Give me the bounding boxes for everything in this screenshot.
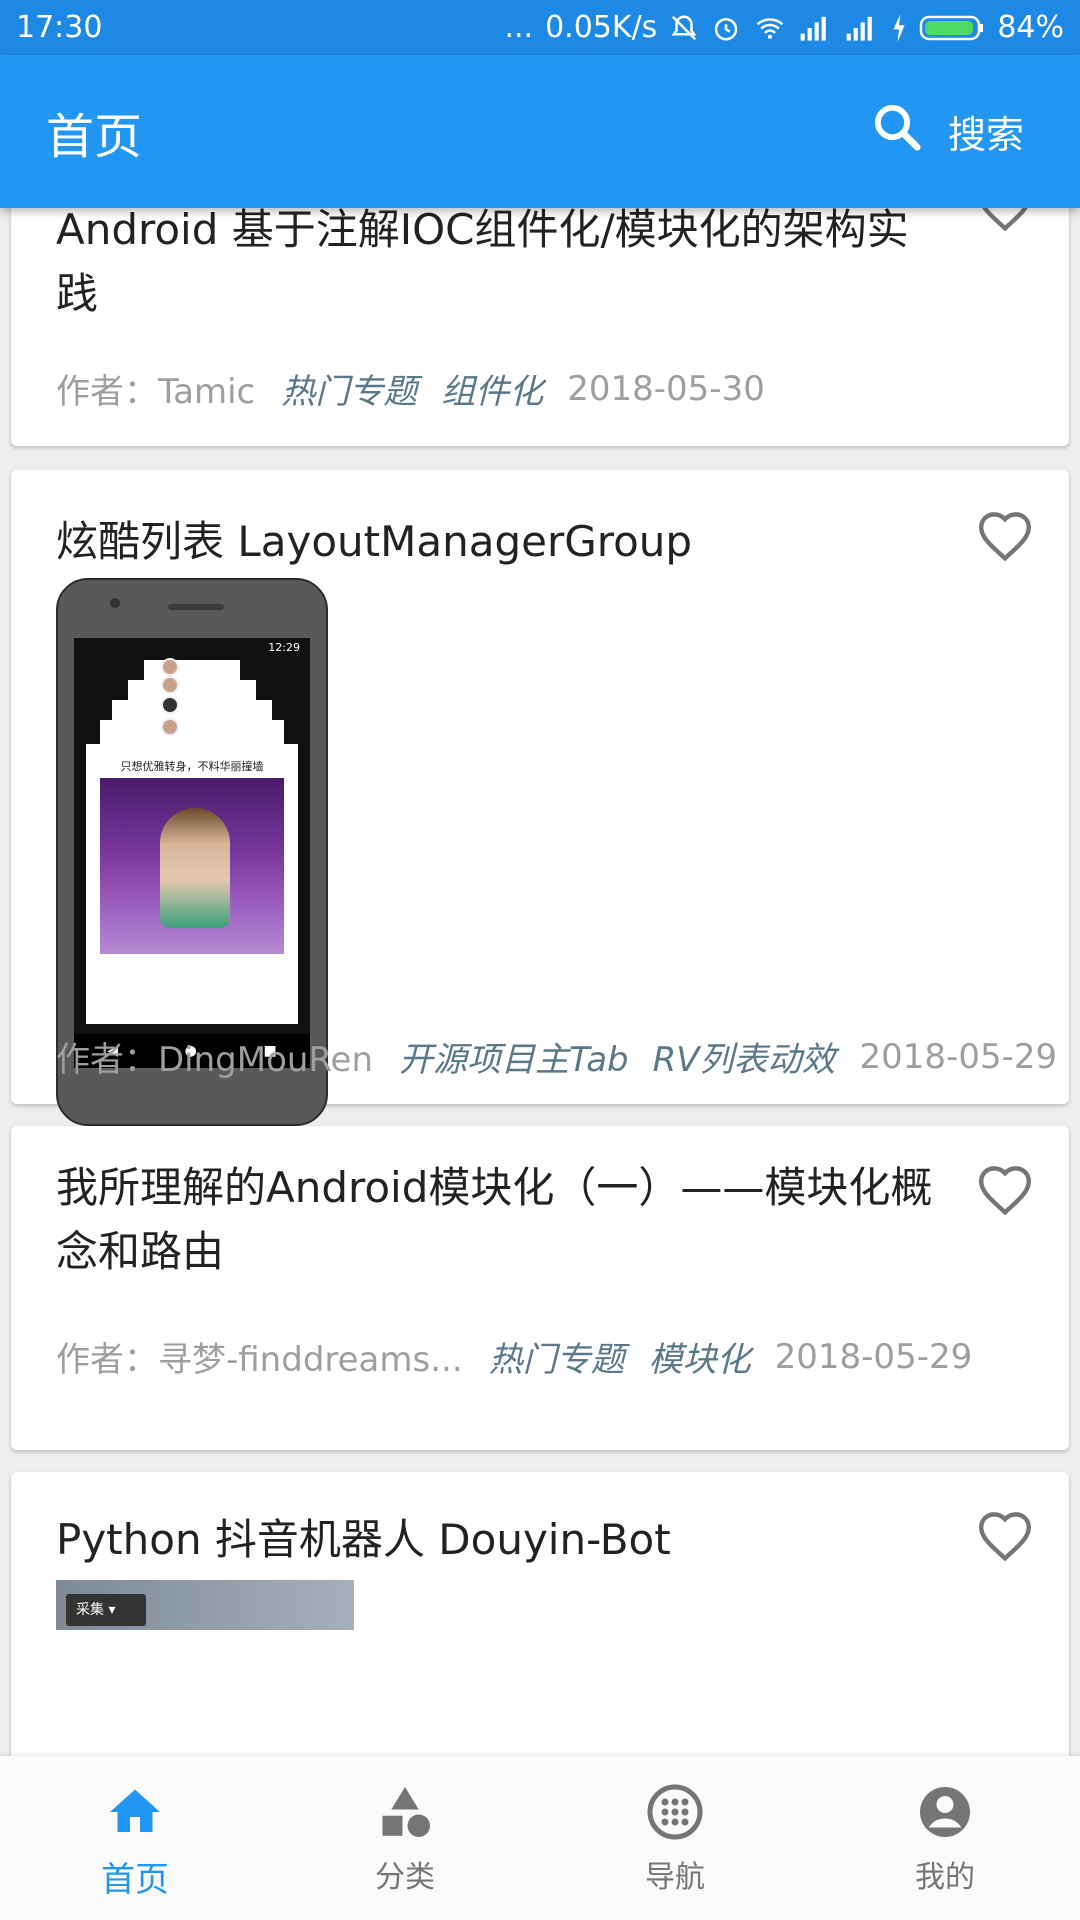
stair-block	[144, 660, 240, 680]
photo-figure	[160, 808, 230, 928]
preview-clock: 12:29	[268, 641, 300, 654]
wifi-icon	[753, 13, 787, 43]
app-bar: 首页 搜索	[0, 55, 1080, 208]
nav-item-navigation[interactable]: 导航	[540, 1756, 810, 1920]
phone-camera	[110, 598, 120, 608]
stair-block	[128, 680, 256, 700]
article-tag[interactable]: RV列表动效	[653, 1032, 836, 1081]
network-speed: 0.05K/s	[545, 10, 658, 45]
article-author: 作者：Tamic	[56, 372, 256, 412]
nav-label-navigation[interactable]: 导航	[645, 1852, 705, 1896]
article-author: 作者：DingMouRen	[56, 1040, 374, 1080]
status-indicators: ... 0.05K/s 84%	[504, 10, 1064, 45]
article-date: 2018-05-29	[774, 1336, 973, 1377]
bottom-navigation: 首页 分类 导航 我的	[0, 1756, 1080, 1920]
article-title[interactable]: 炫酷列表 LayoutManagerGroup	[56, 510, 936, 574]
phone-screen: 12:29 只想优雅转身，不料华丽撞墙 ◀ ● ■	[74, 638, 310, 1068]
article-tag[interactable]: 热门专题	[281, 364, 417, 413]
search-icon[interactable]	[870, 100, 924, 163]
article-card[interactable]: Python 抖音机器人 Douyin-Bot 采集 ▾	[11, 1472, 1069, 1756]
article-date: 2018-05-29	[859, 1036, 1058, 1077]
article-tag[interactable]: 模块化	[649, 1332, 751, 1381]
article-tag[interactable]: 开源项目主Tab	[399, 1032, 629, 1081]
article-card[interactable]: 我所理解的Android模块化（一）——模块化概念和路由 作者：寻梦-findd…	[11, 1126, 1069, 1450]
search-button[interactable]: 搜索	[870, 100, 1024, 163]
signal-icon	[799, 14, 833, 42]
article-preview-image[interactable]: 采集 ▾	[56, 1580, 354, 1630]
home-icon[interactable]	[105, 1782, 165, 1842]
avatar	[161, 676, 179, 694]
nav-item-account[interactable]: 我的	[810, 1756, 1080, 1920]
avatar	[161, 658, 179, 676]
nav-label-account[interactable]: 我的	[915, 1852, 975, 1896]
article-card[interactable]: 炫酷列表 LayoutManagerGroup 12:29 只想优雅转身，不料华…	[11, 470, 1069, 1126]
article-title[interactable]: Android 基于注解IOC组件化/模块化的架构实践	[56, 208, 936, 326]
article-title[interactable]: Python 抖音机器人 Douyin-Bot	[56, 1508, 936, 1572]
status-bar: 17:30 ... 0.05K/s 84%	[0, 0, 1080, 55]
article-meta: 作者：DingMouRen 开源项目主Tab RV列表动效 2018-05-29	[56, 1032, 1057, 1081]
avatar	[161, 696, 179, 714]
status-time: 17:30	[16, 10, 103, 45]
article-title[interactable]: 我所理解的Android模块化（一）——模块化概念和路由	[56, 1156, 936, 1284]
navigation-icon[interactable]	[645, 1782, 705, 1842]
nav-label-home[interactable]: 首页	[101, 1852, 169, 1901]
preview-chip: 采集 ▾	[66, 1594, 146, 1626]
article-tag[interactable]: 组件化	[441, 364, 543, 413]
more-dots: ...	[504, 10, 534, 45]
article-card[interactable]: Android 基于注解IOC组件化/模块化的架构实践 作者：Tamic 热门专…	[11, 208, 1069, 446]
signal-icon-2	[845, 14, 879, 42]
nav-item-home[interactable]: 首页	[0, 1756, 270, 1920]
preview-photo	[100, 778, 284, 954]
article-meta: 作者：Tamic 热门专题 组件化 2018-05-30	[56, 364, 765, 413]
preview-caption: 只想优雅转身，不料华丽撞墙	[120, 760, 264, 773]
stair-block	[100, 720, 284, 744]
favorite-heart-icon[interactable]	[975, 508, 1035, 562]
stair-block	[112, 700, 272, 720]
search-label[interactable]: 搜索	[948, 104, 1024, 159]
article-meta: 作者：寻梦-finddreams... 热门专题 模块化 2018-05-29	[56, 1332, 972, 1381]
favorite-heart-icon[interactable]	[975, 1162, 1035, 1216]
battery-percent: 84%	[997, 10, 1064, 45]
favorite-heart-icon[interactable]	[975, 1508, 1035, 1562]
battery-icon	[919, 13, 985, 43]
alarm-icon	[711, 13, 741, 43]
article-tag[interactable]: 热门专题	[489, 1332, 625, 1381]
account-icon[interactable]	[915, 1782, 975, 1842]
nav-label-category[interactable]: 分类	[375, 1852, 435, 1896]
favorite-heart-icon[interactable]	[975, 208, 1035, 232]
category-icon[interactable]	[375, 1782, 435, 1842]
phone-speaker	[168, 604, 224, 610]
charging-icon	[891, 13, 907, 42]
nav-item-category[interactable]: 分类	[270, 1756, 540, 1920]
article-list[interactable]: Android 基于注解IOC组件化/模块化的架构实践 作者：Tamic 热门专…	[0, 208, 1080, 1756]
avatar	[161, 718, 179, 736]
page-title: 首页	[46, 108, 143, 165]
article-date: 2018-05-30	[567, 368, 765, 409]
mute-icon	[669, 13, 699, 43]
article-author: 作者：寻梦-finddreams...	[56, 1340, 463, 1380]
